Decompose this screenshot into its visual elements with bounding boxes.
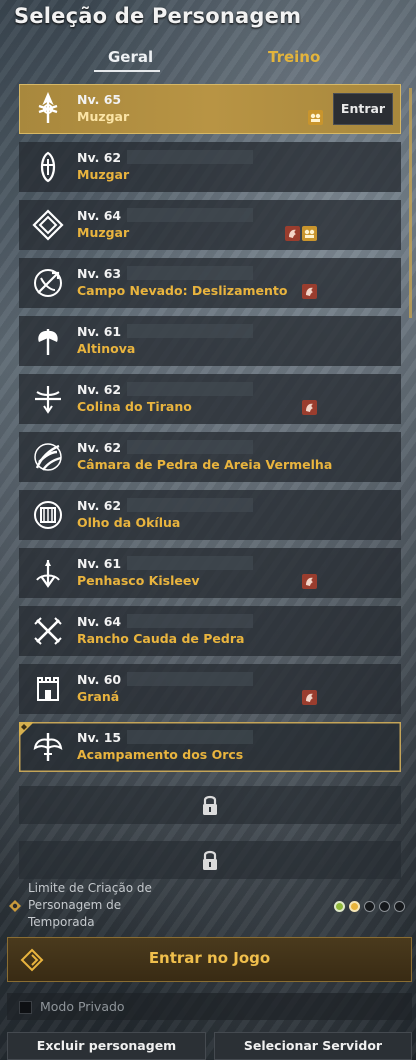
- shield-class-icon: [34, 501, 62, 529]
- sword-class-icon: [38, 92, 58, 123]
- enter-character-button[interactable]: Entrar: [333, 93, 393, 125]
- character-level: Nv. 60: [77, 672, 122, 687]
- character-row[interactable]: Nv. 62 Colina do Tirano: [19, 374, 401, 424]
- character-row[interactable]: Nv. 15 Acampamento dos Orcs: [19, 722, 401, 772]
- lock-icon: [203, 795, 217, 815]
- character-location: Olho da Okílua: [77, 515, 181, 530]
- character-location: Colina do Tirano: [77, 399, 192, 414]
- character-level: Nv. 61: [77, 556, 122, 571]
- arrow-class-icon: [36, 560, 60, 588]
- select-server-button[interactable]: Selecionar Servidor: [214, 1032, 412, 1060]
- private-mode-label[interactable]: Modo Privado: [40, 999, 125, 1014]
- horse-badge-icon: [285, 226, 300, 241]
- character-name-hidden: [127, 266, 253, 280]
- character-name-hidden: [127, 440, 253, 454]
- season-limit-line-2: Personagem de: [28, 898, 122, 912]
- locked-character-slot[interactable]: [19, 841, 401, 879]
- character-level: Nv. 65: [77, 92, 122, 107]
- season-limit-line-3: Temporada: [28, 915, 95, 929]
- character-level: Nv. 15: [77, 730, 122, 745]
- character-location: Campo Nevado: Deslizamento: [77, 283, 288, 298]
- character-name-hidden: [127, 614, 253, 628]
- winged-sword-class-icon: [33, 733, 63, 761]
- horse-badge-icon: [302, 690, 317, 705]
- character-name-hidden: [127, 556, 253, 570]
- character-location: Altinova: [77, 341, 136, 356]
- character-level: Nv. 62: [77, 150, 122, 165]
- season-slot-dot-green: [334, 901, 345, 912]
- character-row[interactable]: Nv. 65 Muzgar Entrar: [19, 84, 401, 134]
- character-location: Graná: [77, 689, 120, 704]
- season-slot-dot-empty: [379, 901, 390, 912]
- character-row[interactable]: Nv. 64 Muzgar: [19, 200, 401, 250]
- season-limit-label: Limite de Criação de Personagem de Tempo…: [28, 880, 152, 931]
- character-name-hidden: [127, 208, 253, 222]
- character-row[interactable]: Nv. 64 Rancho Cauda de Pedra: [19, 606, 401, 656]
- season-slot-dot-empty: [364, 901, 375, 912]
- character-name-hidden: [127, 730, 253, 744]
- horse-badge-icon: [302, 284, 317, 299]
- character-location: Muzgar: [77, 225, 130, 240]
- page-title: Seleção de Personagem: [14, 4, 302, 28]
- character-row[interactable]: Nv. 62 Muzgar: [19, 142, 401, 192]
- character-level: Nv. 62: [77, 440, 122, 455]
- crossed-swords-class-icon: [34, 617, 62, 645]
- character-name-hidden: [127, 382, 253, 396]
- character-name-hidden: [127, 498, 253, 512]
- horse-badge-icon: [302, 574, 317, 589]
- character-level: Nv. 61: [77, 324, 122, 339]
- character-row[interactable]: Nv. 63 Campo Nevado: Deslizamento: [19, 258, 401, 308]
- character-level: Nv. 62: [77, 382, 122, 397]
- character-location: Penhasco Kisleev: [77, 573, 200, 588]
- tab-treino[interactable]: Treino: [268, 48, 320, 66]
- season-limit-line-1: Limite de Criação de: [28, 881, 152, 895]
- character-row[interactable]: Nv. 62 Olho da Okílua: [19, 490, 401, 540]
- tab-active-underline: [94, 70, 160, 72]
- enter-game-button[interactable]: Entrar no Jogo: [7, 937, 412, 982]
- character-list-scrollbar[interactable]: [409, 88, 412, 318]
- character-row[interactable]: Nv. 60 Graná: [19, 664, 401, 714]
- character-location: Câmara de Pedra de Areia Vermelha: [77, 457, 333, 472]
- locked-character-slot[interactable]: [19, 786, 401, 824]
- diamond-class-icon: [32, 209, 64, 241]
- private-mode-checkbox[interactable]: [19, 1001, 32, 1014]
- character-level: Nv. 62: [77, 498, 122, 513]
- axe-class-icon: [38, 329, 58, 355]
- character-name-hidden: [127, 150, 253, 164]
- enter-game-label: Entrar no Jogo: [148, 949, 271, 967]
- character-row[interactable]: Nv. 62 Câmara de Pedra de Areia Vermelha: [19, 432, 401, 482]
- character-location: Muzgar: [77, 167, 130, 182]
- character-name-hidden: [127, 672, 253, 686]
- character-level: Nv. 63: [77, 266, 122, 281]
- claw-class-icon: [34, 443, 62, 471]
- fortress-class-icon: [37, 677, 59, 701]
- character-row[interactable]: Nv. 61 Penhasco Kisleev: [19, 548, 401, 598]
- lock-icon: [203, 850, 217, 870]
- private-mode-row: Modo Privado: [7, 993, 412, 1020]
- group-badge-icon: [308, 110, 323, 125]
- tab-geral[interactable]: Geral: [108, 48, 153, 66]
- character-row[interactable]: Nv. 61 Altinova: [19, 316, 401, 366]
- character-location: Muzgar: [77, 109, 130, 124]
- crossbow-class-icon: [35, 386, 61, 414]
- season-slot-dot-empty: [394, 901, 405, 912]
- bow-class-icon: [34, 269, 62, 297]
- season-slot-dot-gold: [349, 901, 360, 912]
- delete-character-button[interactable]: Excluir personagem: [7, 1032, 206, 1060]
- character-level: Nv. 64: [77, 614, 122, 629]
- character-location: Acampamento dos Orcs: [77, 747, 244, 762]
- group-badge-icon: [302, 226, 317, 241]
- horse-badge-icon: [302, 400, 317, 415]
- character-level: Nv. 64: [77, 208, 122, 223]
- season-icon: [9, 900, 21, 912]
- character-name-hidden: [127, 324, 253, 338]
- character-location: Rancho Cauda de Pedra: [77, 631, 245, 646]
- guardian-class-icon: [40, 151, 56, 183]
